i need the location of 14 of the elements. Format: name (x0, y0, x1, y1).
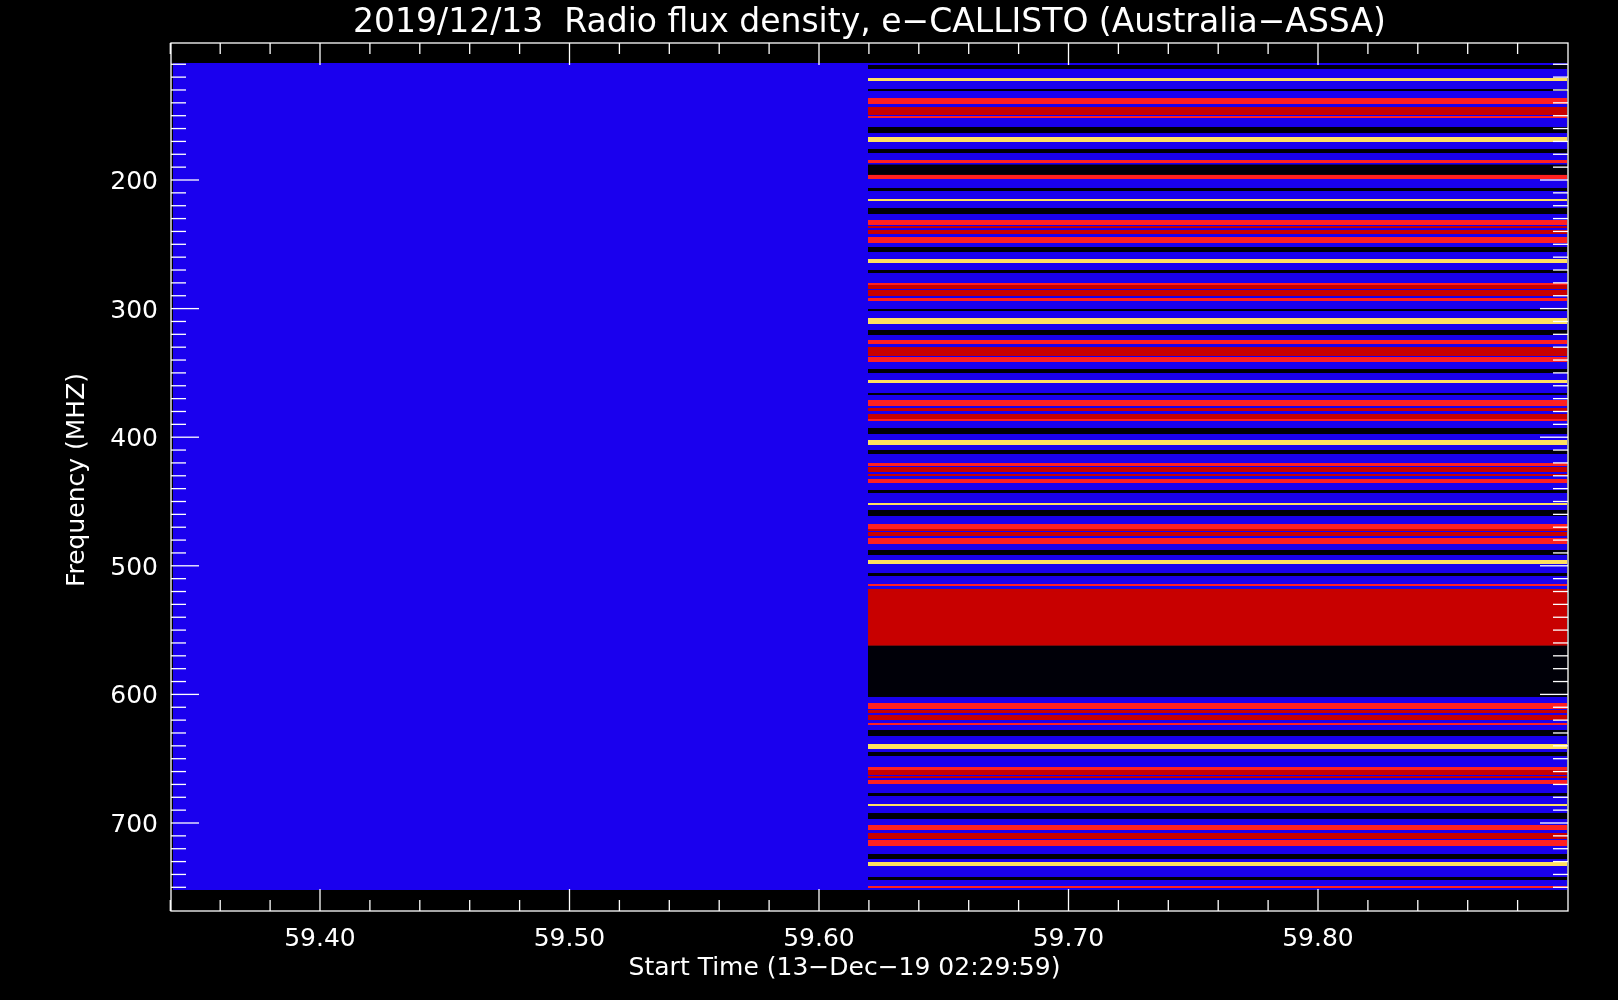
tick-label: 59.70 (1032, 923, 1105, 952)
plot-title: 2019/12/13 Radio flux density, e−CALLISTO (Australia−ASSA) (353, 1, 1386, 40)
tick-label: 200 (110, 166, 158, 195)
tick-label: 700 (110, 809, 158, 838)
tick-label: 400 (110, 423, 158, 453)
tick-label: 59.50 (533, 923, 606, 952)
axis-title: Frequency (MHZ) (61, 372, 90, 588)
tick-label: 59.40 (284, 923, 356, 952)
axis-title: Start Time (13−Dec−19 02:29:59) (628, 952, 1061, 981)
tick-label: 500 (110, 551, 158, 581)
tick-label: 59.60 (783, 923, 855, 952)
tick-label: 600 (110, 680, 158, 710)
tick-label: 300 (110, 294, 158, 324)
tick-label: 59.80 (1282, 923, 1354, 952)
